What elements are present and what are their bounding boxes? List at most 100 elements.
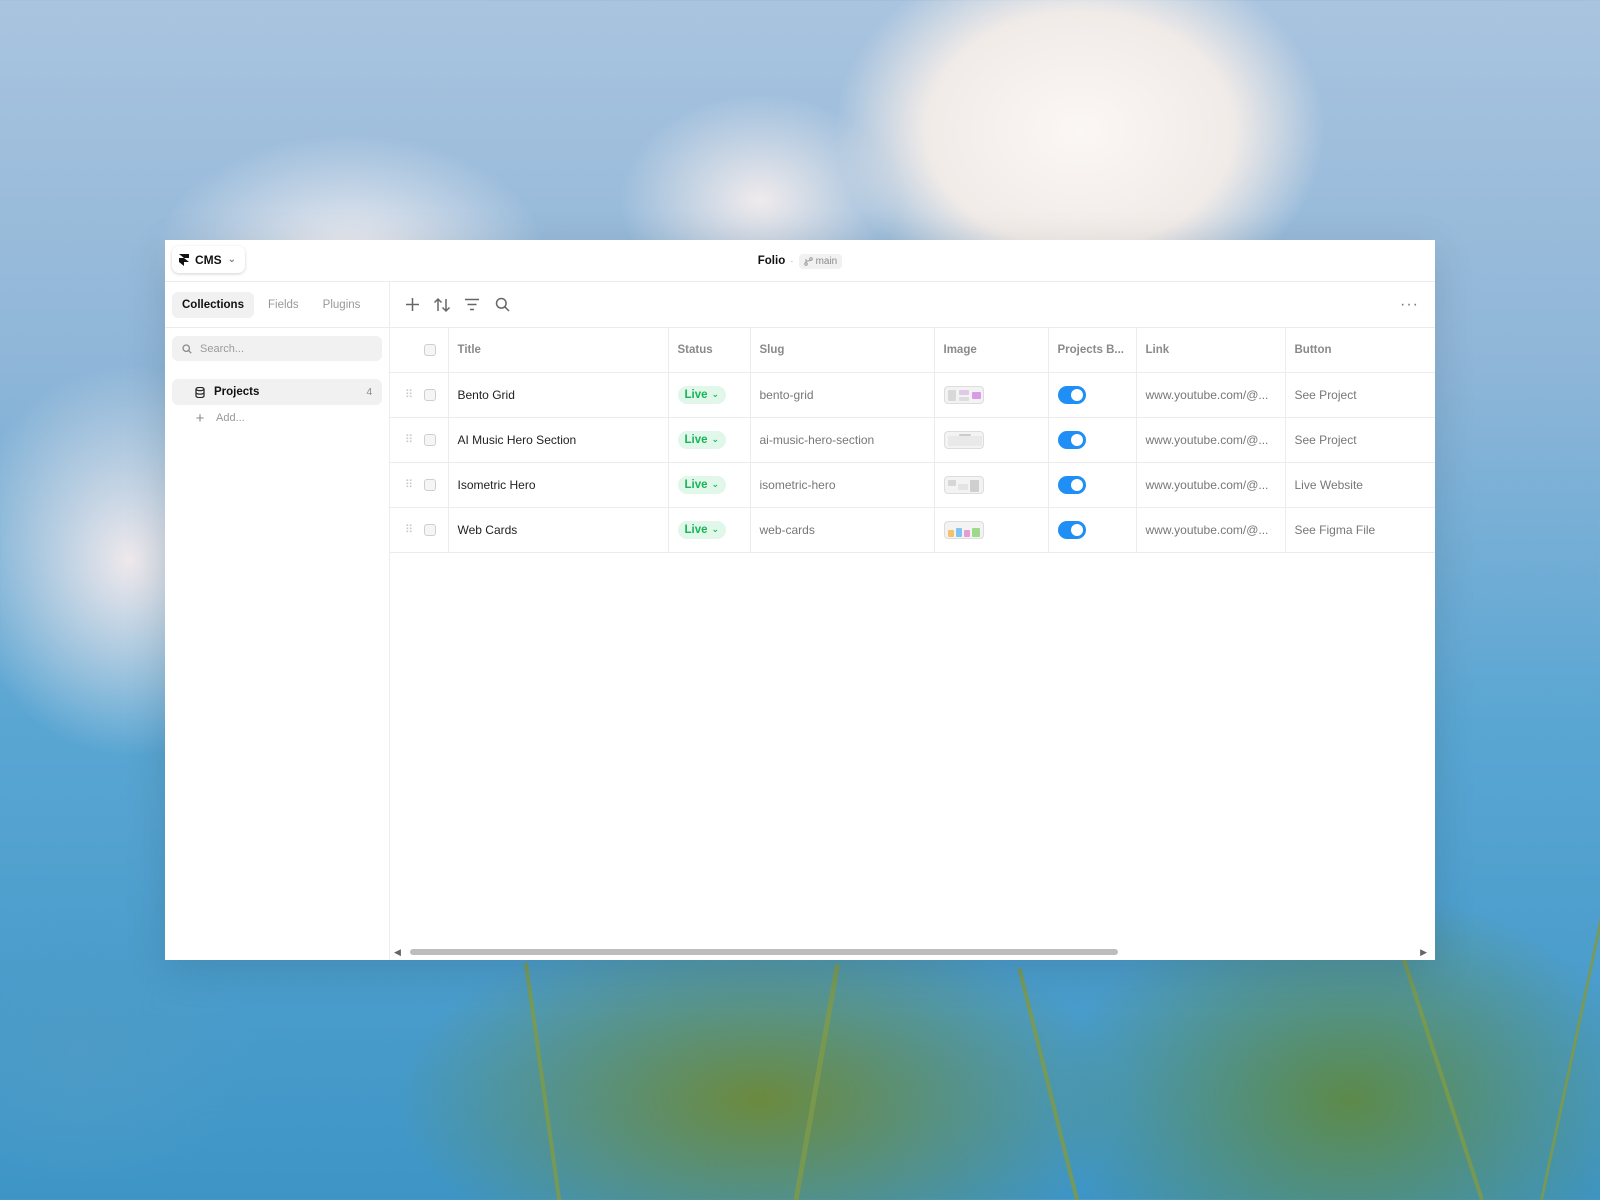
select-all-checkbox[interactable] — [424, 343, 436, 356]
status-badge[interactable]: Live ⌄ — [677, 430, 727, 449]
toggle-switch[interactable] — [1057, 385, 1086, 404]
header-select-all[interactable] — [420, 328, 448, 373]
scroll-left-icon[interactable]: ◀ — [394, 947, 401, 958]
cell-status[interactable]: Live ⌄ — [667, 372, 750, 418]
chevron-down-icon: ⌄ — [711, 524, 720, 534]
row-select[interactable] — [420, 507, 448, 553]
cell-button[interactable]: Live Website — [1284, 462, 1435, 508]
top-bar: CMS ⌄ Folio · main — [165, 240, 1435, 282]
scroll-right-icon[interactable]: ▶ — [1420, 947, 1427, 958]
status-badge[interactable]: Live ⌄ — [677, 385, 727, 404]
row-checkbox[interactable] — [424, 434, 436, 447]
cell-toggle[interactable] — [1047, 372, 1136, 418]
toggle-switch[interactable] — [1057, 520, 1086, 539]
cell-slug[interactable]: web-cards — [749, 507, 934, 553]
row-select[interactable] — [420, 417, 448, 463]
table-toolbar: ··· — [390, 282, 1435, 328]
cell-button[interactable]: See Project — [1284, 417, 1435, 463]
table-row[interactable]: ⠿ Web Cards Live ⌄ web-cards www.youtube… — [390, 507, 1435, 553]
cell-toggle[interactable] — [1047, 462, 1136, 508]
image-thumbnail[interactable] — [943, 520, 984, 539]
background-stem — [790, 963, 841, 1200]
collection-label: Projects — [214, 386, 260, 398]
status-label: Live — [684, 478, 708, 491]
cell-title[interactable]: Bento Grid — [447, 372, 668, 418]
row-select[interactable] — [420, 462, 448, 508]
cell-image[interactable] — [933, 462, 1048, 508]
row-checkbox[interactable] — [424, 389, 436, 402]
tab-collections[interactable]: Collections — [172, 292, 254, 318]
cell-button[interactable]: See Project — [1284, 372, 1435, 418]
cell-link[interactable]: www.youtube.com/@... — [1135, 507, 1285, 553]
branch-name: main — [815, 255, 838, 267]
cell-title[interactable]: AI Music Hero Section — [447, 417, 668, 463]
column-header-image[interactable]: Image — [933, 328, 1048, 373]
column-header-button[interactable]: Button — [1284, 328, 1435, 373]
add-collection-button[interactable]: + Add... — [172, 405, 382, 431]
table-row[interactable]: ⠿ Isometric Hero Live ⌄ isometric-hero ww… — [390, 462, 1435, 508]
image-thumbnail[interactable] — [943, 385, 984, 404]
chevron-down-icon: ⌄ — [711, 389, 720, 399]
horizontal-scrollbar[interactable]: ◀ ▶ — [394, 947, 1427, 957]
cell-image[interactable] — [933, 417, 1048, 463]
add-item-button[interactable] — [402, 295, 422, 315]
tab-fields[interactable]: Fields — [258, 292, 309, 318]
sidebar-item-projects[interactable]: Projects 4 — [172, 379, 382, 405]
cell-title[interactable]: Web Cards — [447, 507, 668, 553]
cell-slug[interactable]: ai-music-hero-section — [749, 417, 934, 463]
status-badge[interactable]: Live ⌄ — [677, 475, 727, 494]
chevron-down-icon: ⌄ — [711, 434, 720, 444]
cell-toggle[interactable] — [1047, 417, 1136, 463]
cell-image[interactable] — [933, 507, 1048, 553]
drag-handle-icon[interactable]: ⠿ — [390, 372, 420, 418]
table-header-row: Title Status Slug Image Projects B... Li… — [390, 328, 1435, 373]
cell-slug[interactable]: isometric-hero — [749, 462, 934, 508]
sidebar-tabs: Collections Fields Plugins — [165, 282, 389, 328]
drag-handle-icon[interactable]: ⠿ — [390, 507, 420, 553]
sidebar-search-input[interactable]: Search... — [172, 336, 382, 361]
row-select[interactable] — [420, 372, 448, 418]
column-header-status[interactable]: Status — [667, 328, 750, 373]
status-badge[interactable]: Live ⌄ — [677, 520, 727, 539]
cell-link[interactable]: www.youtube.com/@... — [1135, 372, 1285, 418]
drag-handle-icon[interactable]: ⠿ — [390, 417, 420, 463]
cell-link[interactable]: www.youtube.com/@... — [1135, 417, 1285, 463]
cell-link[interactable]: www.youtube.com/@... — [1135, 462, 1285, 508]
branch-badge[interactable]: main — [798, 253, 843, 269]
drag-handle-icon[interactable]: ⠿ — [390, 462, 420, 508]
header-drag-spacer — [390, 328, 420, 373]
plus-icon: + — [195, 409, 205, 427]
sort-button[interactable] — [432, 295, 452, 315]
table-row[interactable]: ⠿ Bento Grid Live ⌄ bento-grid www.youtu… — [390, 372, 1435, 418]
tab-plugins[interactable]: Plugins — [313, 292, 371, 318]
row-checkbox[interactable] — [424, 524, 436, 537]
table-search-button[interactable] — [492, 295, 512, 315]
table-row[interactable]: ⠿ AI Music Hero Section Live ⌄ ai-music-h… — [390, 417, 1435, 463]
cell-title[interactable]: Isometric Hero — [447, 462, 668, 508]
column-header-title[interactable]: Title — [447, 328, 668, 373]
status-label: Live — [684, 388, 708, 401]
toggle-switch[interactable] — [1057, 430, 1086, 449]
cell-status[interactable]: Live ⌄ — [667, 462, 750, 508]
column-header-slug[interactable]: Slug — [749, 328, 934, 373]
more-options-icon[interactable]: ··· — [1400, 296, 1419, 314]
image-thumbnail[interactable] — [943, 475, 984, 494]
row-checkbox[interactable] — [424, 479, 436, 492]
search-icon — [495, 297, 510, 312]
background-stem — [1017, 967, 1084, 1200]
toggle-switch[interactable] — [1057, 475, 1086, 494]
column-header-link[interactable]: Link — [1135, 328, 1285, 373]
branch-icon — [803, 256, 813, 266]
filter-button[interactable] — [462, 295, 482, 315]
cell-slug[interactable]: bento-grid — [749, 372, 934, 418]
column-header-projects-b[interactable]: Projects B... — [1047, 328, 1136, 373]
cell-status[interactable]: Live ⌄ — [667, 507, 750, 553]
scrollbar-thumb[interactable] — [410, 949, 1118, 955]
cell-image[interactable] — [933, 372, 1048, 418]
status-label: Live — [684, 433, 708, 446]
cell-button[interactable]: See Figma File — [1284, 507, 1435, 553]
image-thumbnail[interactable] — [943, 430, 984, 449]
collection-table: Title Status Slug Image Projects B... Li… — [390, 328, 1435, 553]
cell-status[interactable]: Live ⌄ — [667, 417, 750, 463]
cell-toggle[interactable] — [1047, 507, 1136, 553]
